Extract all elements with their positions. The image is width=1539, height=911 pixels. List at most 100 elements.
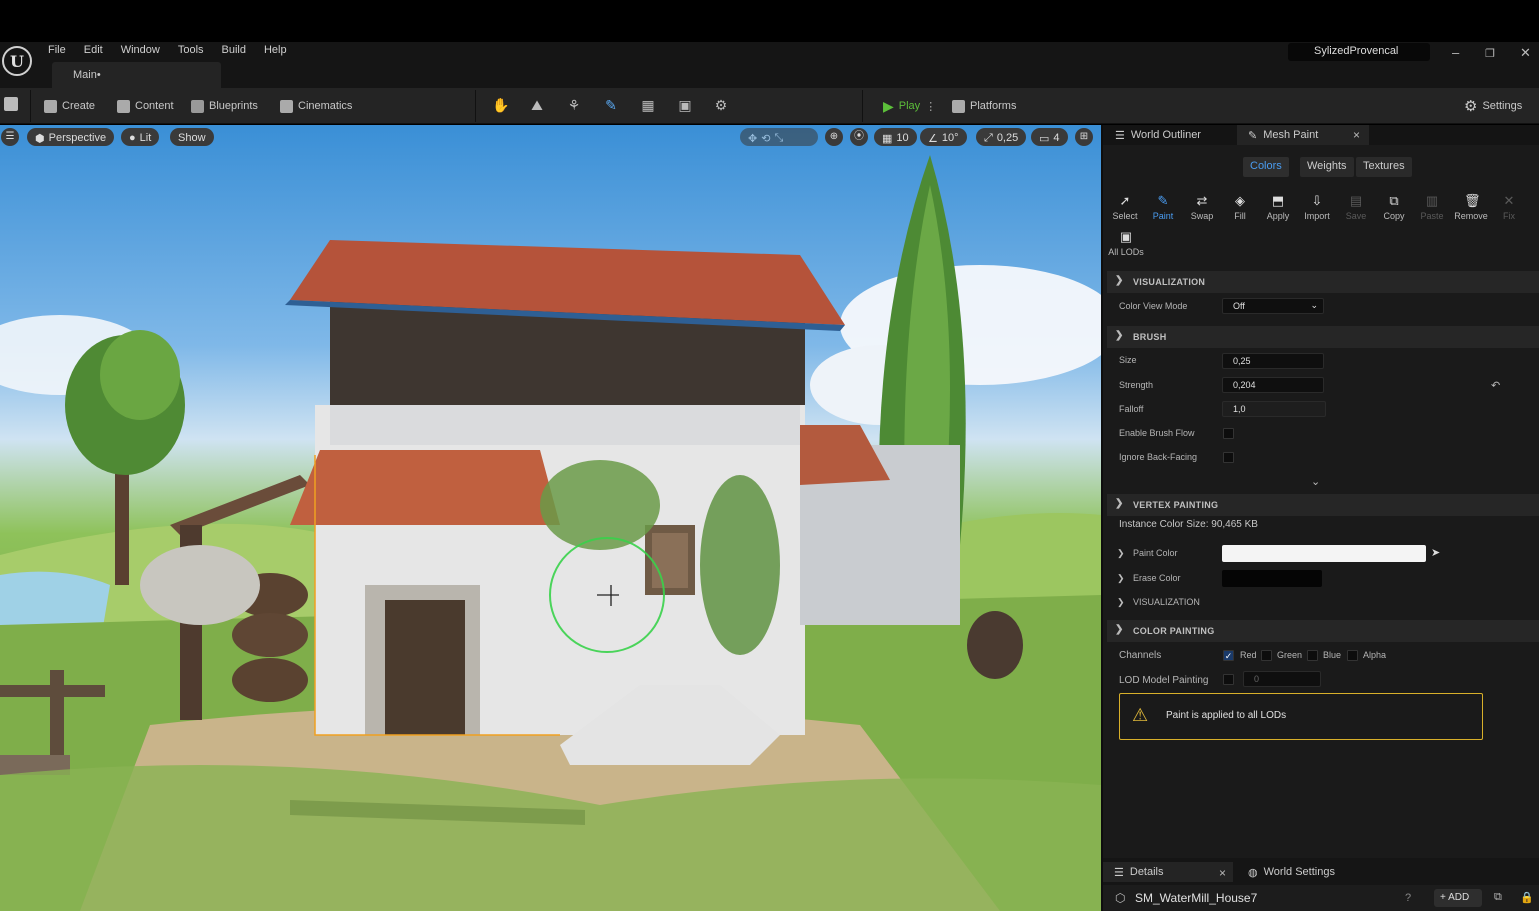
tool-paste[interactable]: ▥ Paste xyxy=(1414,194,1450,222)
tab-details[interactable]: ☰ Details xyxy=(1114,862,1164,882)
level-viewport[interactable] xyxy=(0,125,1101,911)
tab-textures[interactable]: Textures xyxy=(1356,157,1412,177)
platforms-button[interactable]: Platforms xyxy=(952,96,1016,116)
tool-save[interactable]: ▤ Save xyxy=(1338,194,1374,222)
tab-weights[interactable]: Weights xyxy=(1300,157,1354,177)
brush-edit-mode-icon[interactable]: ▣ xyxy=(677,97,693,113)
tool-paint[interactable]: ✎ Paint xyxy=(1145,194,1181,222)
lit-button[interactable]: ● Lit xyxy=(121,128,160,146)
viewport-menu-icon[interactable]: ☰ xyxy=(1,128,19,146)
brush-section[interactable]: ❯ BRUSH xyxy=(1107,326,1539,348)
tool-swap[interactable]: ⇄ Swap xyxy=(1184,193,1220,222)
tool-label: Paste xyxy=(1420,211,1444,221)
maximize-icon[interactable]: ❐ xyxy=(1485,47,1495,60)
falloff-input[interactable]: 1,0 xyxy=(1222,401,1326,417)
erase-color-swatch[interactable] xyxy=(1222,570,1322,587)
menu-edit[interactable]: Edit xyxy=(84,42,103,56)
size-input[interactable]: 0,25 xyxy=(1222,353,1324,369)
blueprints-button[interactable]: Blueprints xyxy=(191,96,258,116)
close-details-icon[interactable]: × xyxy=(1219,866,1226,880)
close-window-icon[interactable]: ✕ xyxy=(1520,45,1531,61)
instance-color-size: Instance Color Size: 90,465 KB xyxy=(1119,519,1258,530)
chevron-down-icon: ❯ xyxy=(1115,498,1124,509)
color-picker-arrow-icon[interactable]: ➤ xyxy=(1431,546,1440,559)
camera-speed-button[interactable]: ▭ 4 xyxy=(1031,128,1068,146)
settings-label: Settings xyxy=(1482,100,1523,112)
tool-label: Save xyxy=(1345,211,1367,221)
surface-snap-icon[interactable]: ⦿ xyxy=(850,128,868,146)
visualization-section[interactable]: ❯ VISUALIZATION xyxy=(1107,271,1539,293)
save-icon[interactable] xyxy=(4,97,18,111)
select-mode-icon[interactable]: ✋ xyxy=(492,97,509,113)
swap-icon: ⇄ xyxy=(1196,193,1208,208)
menu-help[interactable]: Help xyxy=(264,42,287,56)
lod-index-input[interactable]: 0 xyxy=(1243,671,1321,687)
cinematics-label: Cinematics xyxy=(298,100,353,112)
close-tab-icon[interactable]: × xyxy=(1353,128,1360,142)
landscape-mode-icon[interactable]: ⛰ xyxy=(529,97,545,113)
paint-color-swatch[interactable] xyxy=(1222,545,1426,562)
tab-mesh-paint[interactable]: ✎ Mesh Paint xyxy=(1248,125,1318,145)
world-local-icon[interactable]: ⊕ xyxy=(825,128,843,146)
back-facing-checkbox[interactable] xyxy=(1223,452,1234,463)
tool-apply[interactable]: ⬒ Apply xyxy=(1260,194,1296,222)
chevron-right-icon[interactable]: ❯ xyxy=(1117,573,1125,584)
vertex-painting-section[interactable]: ❯ VERTEX PAINTING xyxy=(1107,494,1539,516)
viewport-layout-icon[interactable]: ⊞ xyxy=(1075,128,1093,146)
actor-name[interactable]: SM_WaterMill_House7 xyxy=(1135,891,1257,905)
color-painting-section[interactable]: ❯ COLOR PAINTING xyxy=(1107,620,1539,642)
content-button[interactable]: Content xyxy=(117,96,174,116)
lod-painting-checkbox[interactable] xyxy=(1223,674,1234,685)
grid-snap-button[interactable]: ▦ 10 xyxy=(874,128,917,146)
expand-advanced-icon[interactable]: ⌄ xyxy=(1311,475,1320,488)
unreal-logo-icon[interactable]: U xyxy=(2,46,32,76)
green-channel-checkbox[interactable] xyxy=(1261,650,1272,661)
chevron-right-icon[interactable]: ❯ xyxy=(1117,548,1125,559)
menu-window[interactable]: Window xyxy=(121,42,160,56)
create-button[interactable]: Create xyxy=(44,96,95,116)
tab-colors[interactable]: Colors xyxy=(1243,157,1289,177)
reset-arrow-icon[interactable]: ↶ xyxy=(1491,379,1500,392)
blueprint-icon[interactable]: ⧉ xyxy=(1494,891,1502,904)
foliage-mode-icon[interactable]: ⚘ xyxy=(566,97,582,113)
blueprints-icon xyxy=(191,99,204,113)
mesh-paint-mode-icon[interactable]: ✎ xyxy=(603,97,619,113)
play-button[interactable]: ▶ Play ⋮ xyxy=(883,96,936,116)
cinematics-button[interactable]: Cinematics xyxy=(280,96,352,116)
scale-snap-button[interactable]: ⤢ 0,25 xyxy=(976,128,1027,146)
lock-icon[interactable]: 🔒 xyxy=(1520,891,1534,904)
help-icon[interactable]: ? xyxy=(1405,892,1411,904)
menu-file[interactable]: File xyxy=(48,42,66,56)
rotate-icon: ⟲ xyxy=(761,132,771,145)
show-button[interactable]: Show xyxy=(170,128,214,146)
tool-fill[interactable]: ◈ Fill xyxy=(1222,194,1258,222)
perspective-button[interactable]: ⬢ Perspective xyxy=(27,128,115,146)
angle-snap-button[interactable]: ∠ 10° xyxy=(920,128,967,146)
alpha-channel-checkbox[interactable] xyxy=(1347,650,1358,661)
tool-copy[interactable]: ⧉ Copy xyxy=(1376,194,1412,222)
minimize-icon[interactable]: – xyxy=(1452,45,1459,60)
add-component-button[interactable]: + ADD xyxy=(1434,889,1482,907)
settings-button[interactable]: ⚙ Settings xyxy=(1464,96,1522,116)
tool-fix[interactable]: ✕ Fix xyxy=(1491,194,1527,222)
fracture-mode-icon[interactable]: ▦ xyxy=(640,97,656,113)
animation-mode-icon[interactable]: ⚙ xyxy=(713,97,729,113)
tool-label: Fill xyxy=(1234,211,1246,221)
menu-build[interactable]: Build xyxy=(222,42,246,56)
tool-import[interactable]: ⇩ Import xyxy=(1299,194,1335,222)
tab-world-outliner[interactable]: ☰ World Outliner xyxy=(1115,125,1201,145)
menu-tools[interactable]: Tools xyxy=(178,42,204,56)
strength-input[interactable]: 0,204 xyxy=(1222,377,1324,393)
chevron-right-icon[interactable]: ❯ xyxy=(1117,597,1125,608)
all-lods-tool[interactable]: ▣ All LODs xyxy=(1108,230,1144,258)
tool-remove[interactable]: 🗑 Remove xyxy=(1453,194,1489,222)
transform-tools-group[interactable]: ✥ ⟲ ⤡ xyxy=(740,128,818,146)
tab-world-settings[interactable]: ◍ World Settings xyxy=(1248,862,1335,882)
blue-channel-checkbox[interactable] xyxy=(1307,650,1318,661)
color-view-mode-select[interactable]: Off ⌄ xyxy=(1222,298,1324,314)
brush-flow-checkbox[interactable] xyxy=(1223,428,1234,439)
tab-main-level[interactable]: Main• xyxy=(52,62,221,88)
play-options-icon[interactable]: ⋮ xyxy=(925,100,936,113)
tool-select[interactable]: ➚ Select xyxy=(1107,194,1143,222)
red-channel-checkbox[interactable]: ✓ xyxy=(1223,650,1234,661)
